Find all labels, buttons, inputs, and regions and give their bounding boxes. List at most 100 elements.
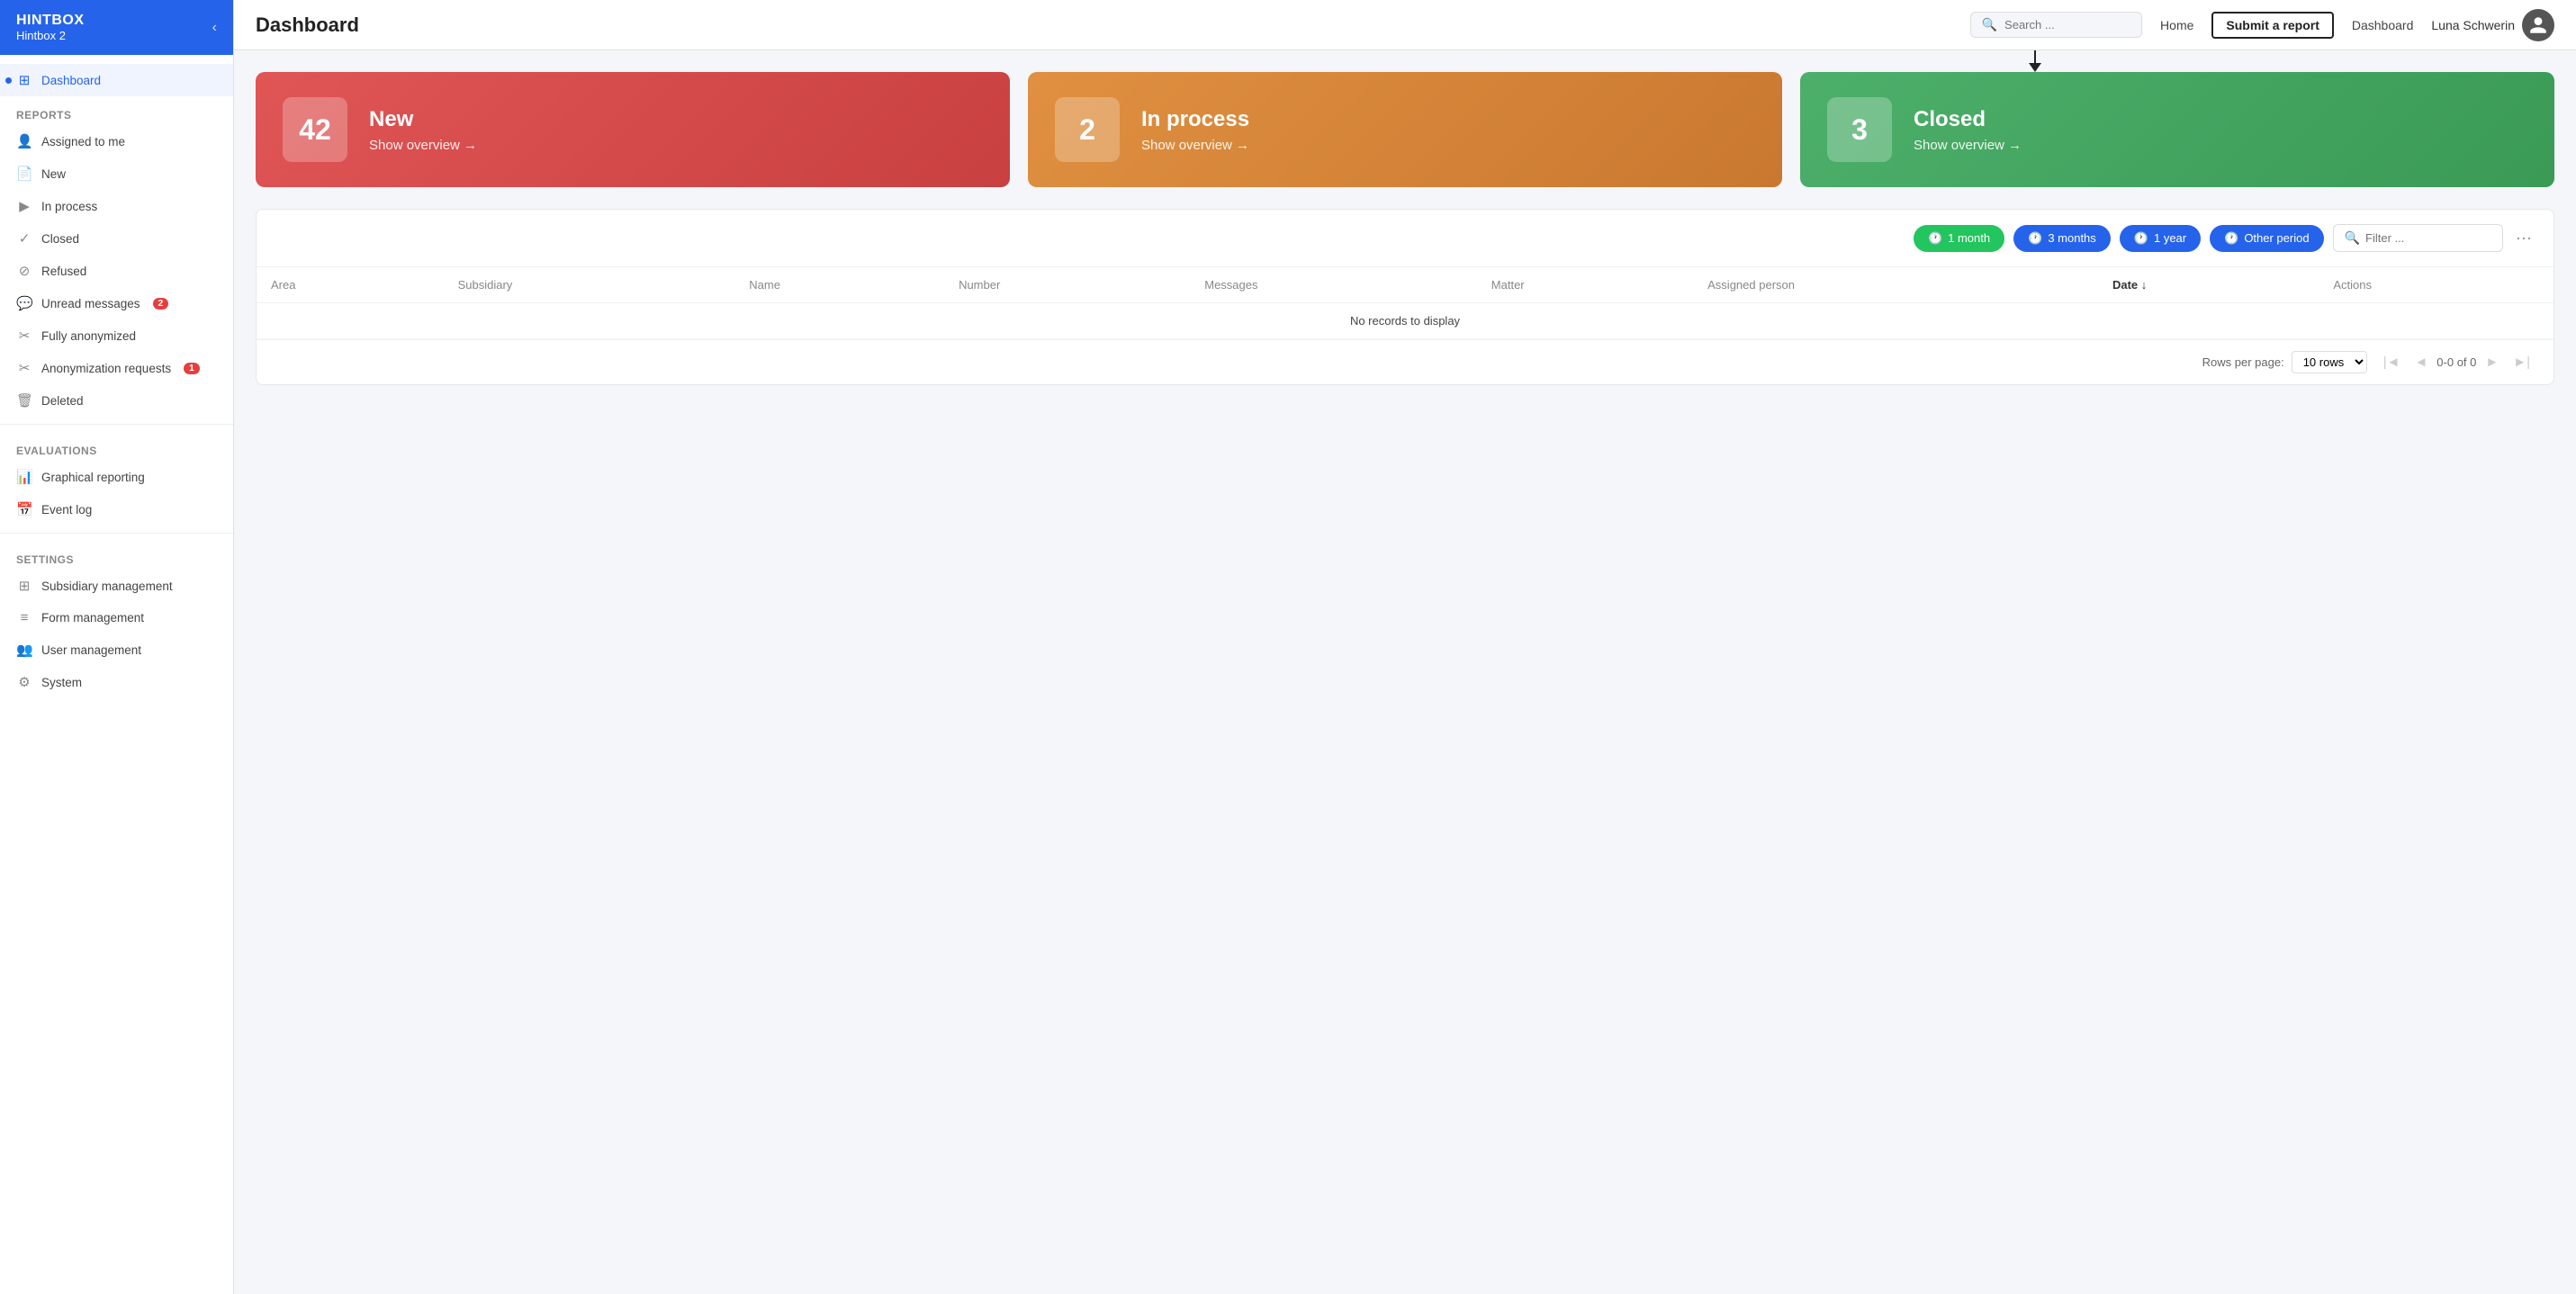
sidebar-item-deleted[interactable]: 🗑 Deleted [0, 384, 233, 417]
stat-card-link[interactable]: Show overview → [369, 138, 477, 153]
more-options-button[interactable]: ··· [2512, 225, 2535, 251]
period-btn-3months[interactable]: 🕐 3 months [2013, 225, 2111, 252]
search-icon: 🔍 [2345, 230, 2360, 246]
sidebar-item-event-log[interactable]: 📅 Event log [0, 493, 233, 526]
avatar [2522, 9, 2554, 41]
grid-icon: ⊞ [16, 578, 32, 594]
brand-title: HINTBOX [16, 13, 85, 29]
search-input[interactable] [2004, 18, 2130, 31]
check-icon: ✓ [16, 230, 32, 247]
rows-per-page-label: Rows per page: [2202, 355, 2284, 369]
period-btn-label: 1 month [1948, 231, 1990, 245]
data-table: Area Subsidiary Name Number Messages Mat… [257, 267, 2553, 339]
arrow-head [2029, 63, 2041, 72]
sidebar-item-form-management[interactable]: ≡ Form management [0, 602, 233, 634]
stat-card-new[interactable]: 42 New Show overview → [256, 72, 1010, 187]
sidebar-item-graphical-reporting[interactable]: 📊 Graphical reporting [0, 461, 233, 493]
table-footer: Rows per page: 10 rows 25 rows 50 rows |… [257, 339, 2553, 384]
col-number: Number [944, 267, 1190, 303]
period-btn-other-period[interactable]: 🕐 Other period [2210, 225, 2323, 252]
rows-per-page-select[interactable]: 10 rows 25 rows 50 rows [2292, 351, 2367, 373]
sidebar-item-new[interactable]: 📄 New [0, 157, 233, 190]
sidebar-item-label: New [41, 167, 66, 181]
sidebar-item-refused[interactable]: ⊘ Refused [0, 255, 233, 287]
person-icon: 👤 [16, 133, 32, 149]
sidebar-divider [0, 424, 233, 425]
arrow-annotation [2029, 50, 2041, 72]
col-date[interactable]: Date ↓ [2098, 267, 2319, 303]
active-indicator [5, 77, 12, 84]
rows-per-page-control: Rows per page: 10 rows 25 rows 50 rows [2202, 351, 2367, 373]
list-icon: ≡ [16, 610, 32, 625]
col-subsidiary: Subsidiary [444, 267, 735, 303]
clock-icon: 🕐 [1928, 231, 1942, 246]
stat-card-closed[interactable]: 3 Closed Show overview → [1800, 72, 2554, 187]
sidebar-item-assigned-to-me[interactable]: 👤 Assigned to me [0, 125, 233, 157]
sidebar-item-unread-messages[interactable]: 💬 Unread messages 2 [0, 287, 233, 319]
pagination-controls: |◄ ◄ 0-0 of 0 ► ►| [2378, 351, 2535, 373]
period-btn-1month[interactable]: 🕐 1 month [1914, 225, 2004, 252]
sidebar-item-label: Anonymization requests [41, 362, 171, 375]
play-icon: ▶ [16, 198, 32, 214]
pagination-prev-button[interactable]: ◄ [2409, 351, 2433, 373]
table-toolbar: 🕐 1 month 🕐 3 months 🕐 1 year 🕐 Other pe… [257, 210, 2553, 267]
anonymize-icon: ✂ [16, 328, 32, 344]
col-name: Name [734, 267, 944, 303]
user-menu[interactable]: Luna Schwerin [2431, 9, 2554, 41]
content-area: 42 New Show overview → 2 In process Show… [234, 50, 2576, 1294]
sidebar-item-label: Refused [41, 265, 86, 278]
anonymize-request-icon: ✂ [16, 360, 32, 376]
sidebar-collapse-button[interactable]: ‹ [212, 20, 217, 36]
trash-icon: 🗑 [16, 392, 32, 409]
pagination-next-button[interactable]: ► [2480, 351, 2504, 373]
filter-search-box[interactable]: 🔍 [2333, 224, 2503, 252]
stat-card-number: 2 [1055, 97, 1120, 162]
pagination-last-button[interactable]: ►| [2508, 351, 2535, 373]
dashboard-icon: ⊞ [16, 72, 32, 88]
table-body: No records to display [257, 303, 2553, 339]
filter-input[interactable] [2365, 231, 2491, 245]
col-area: Area [257, 267, 444, 303]
sidebar-item-closed[interactable]: ✓ Closed [0, 222, 233, 255]
sidebar: HINTBOX Hintbox 2 ‹ ⊞ Dashboard Reports … [0, 0, 234, 1294]
pagination-info: 0-0 of 0 [2436, 355, 2476, 369]
sidebar-item-label: Dashboard [41, 74, 101, 87]
arrow-line [2034, 50, 2036, 63]
stat-card-label: New [369, 107, 477, 132]
submit-report-button[interactable]: Submit a report [2211, 12, 2333, 39]
clock-icon: 🕐 [2224, 231, 2238, 246]
sidebar-item-in-process[interactable]: ▶ In process [0, 190, 233, 222]
sidebar-item-label: System [41, 676, 82, 689]
sidebar-item-label: Deleted [41, 394, 84, 408]
brand-subtitle: Hintbox 2 [16, 29, 85, 42]
sidebar-item-label: User management [41, 643, 141, 657]
period-btn-1year[interactable]: 🕐 1 year [2120, 225, 2201, 252]
users-icon: 👥 [16, 642, 32, 658]
top-header: Dashboard 🔍 Home Submit a report Dashboa… [234, 0, 2576, 50]
pagination-first-button[interactable]: |◄ [2378, 351, 2406, 373]
sidebar-item-user-management[interactable]: 👥 User management [0, 634, 233, 666]
sidebar-item-fully-anonymized[interactable]: ✂ Fully anonymized [0, 319, 233, 352]
stat-card-link[interactable]: Show overview → [1914, 138, 2022, 153]
home-link[interactable]: Home [2160, 18, 2193, 32]
clock-icon: 🕐 [2028, 231, 2042, 246]
sidebar-item-label: Fully anonymized [41, 329, 136, 343]
reports-section-title: Reports [0, 96, 233, 125]
col-actions: Actions [2319, 267, 2553, 303]
stat-card-in-process[interactable]: 2 In process Show overview → [1028, 72, 1782, 187]
table-section: 🕐 1 month 🕐 3 months 🕐 1 year 🕐 Other pe… [256, 209, 2554, 385]
header-right: 🔍 Home Submit a report Dashboard Luna Sc… [1970, 9, 2554, 41]
header-search-box[interactable]: 🔍 [1970, 12, 2142, 38]
settings-section-title: Settings [0, 541, 233, 570]
sidebar-item-dashboard[interactable]: ⊞ Dashboard [0, 64, 233, 96]
stat-card-link[interactable]: Show overview → [1141, 138, 1249, 153]
dashboard-link[interactable]: Dashboard [2352, 18, 2414, 32]
sidebar-brand: HINTBOX Hintbox 2 ‹ [0, 0, 233, 55]
period-btn-label: 3 months [2048, 231, 2095, 245]
sidebar-item-label: Subsidiary management [41, 580, 173, 593]
col-matter: Matter [1477, 267, 1693, 303]
sidebar-item-anonymization-requests[interactable]: ✂ Anonymization requests 1 [0, 352, 233, 384]
chart-icon: 📊 [16, 469, 32, 485]
sidebar-item-system[interactable]: ⚙ System [0, 666, 233, 698]
sidebar-item-subsidiary-management[interactable]: ⊞ Subsidiary management [0, 570, 233, 602]
